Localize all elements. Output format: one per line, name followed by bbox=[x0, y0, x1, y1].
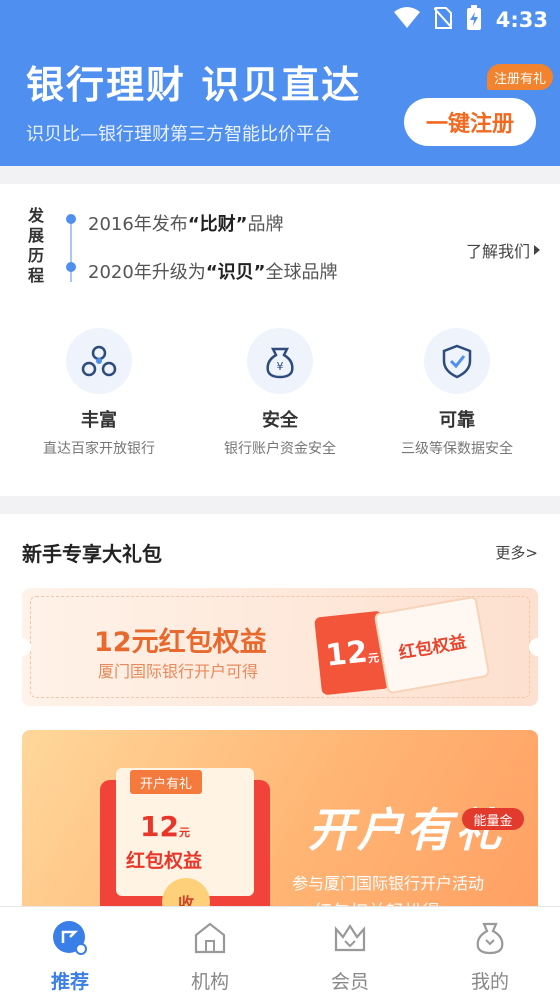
feature-desc: 三级等保数据安全 bbox=[401, 441, 513, 457]
member-crown-icon bbox=[331, 919, 369, 961]
tab-label: 机构 bbox=[190, 971, 229, 993]
envelope-amount: 12元 bbox=[140, 810, 190, 843]
tab-label: 会员 bbox=[330, 971, 369, 993]
history-item-2016: 2016年发布“比财”品牌 bbox=[88, 210, 283, 236]
svg-text:¥: ¥ bbox=[277, 360, 284, 373]
tab-recommend[interactable]: 推荐 bbox=[0, 907, 140, 997]
feature-reliable: 可靠 三级等保数据安全 bbox=[364, 328, 550, 458]
network-icon bbox=[66, 328, 132, 394]
coupon-title: 12元红包权益 bbox=[94, 627, 267, 658]
feature-desc: 直达百家开放银行 bbox=[43, 441, 155, 457]
red-packet-coupon[interactable]: 12元红包权益 厦门国际银行开户可得 12 元 红包权益 bbox=[22, 588, 538, 706]
my-bag-icon bbox=[471, 919, 509, 961]
envelope-amount-unit: 元 bbox=[178, 826, 190, 839]
history-item-2020: 2020年升级为“识贝”全球品牌 bbox=[88, 258, 337, 284]
section-title: 新手专享大礼包 bbox=[22, 542, 162, 566]
open-account-banner[interactable]: 开户有礼 12元 红包权益 收 开户有礼 能量金 参与厦门国际银行开户活动 红包… bbox=[22, 730, 538, 930]
timeline-line bbox=[70, 216, 72, 282]
envelope-tag: 开户有礼 bbox=[130, 770, 202, 794]
feature-title: 丰富 bbox=[81, 410, 117, 431]
tab-institution[interactable]: 机构 bbox=[140, 907, 280, 997]
feature-desc: 银行账户资金安全 bbox=[224, 441, 336, 457]
tab-label: 推荐 bbox=[50, 971, 89, 993]
status-bar: 4:33 bbox=[393, 5, 548, 35]
recommend-icon bbox=[51, 919, 89, 961]
institution-icon bbox=[191, 919, 229, 961]
feature-safe: ¥ 安全 银行账户资金安全 bbox=[187, 328, 373, 458]
envelope-amount-value: 12 bbox=[140, 810, 179, 843]
coupon-subtitle: 厦门国际银行开户可得 bbox=[98, 662, 259, 681]
tab-label: 我的 bbox=[470, 971, 509, 993]
shield-check-icon bbox=[424, 328, 490, 394]
triangle-right-icon bbox=[534, 245, 540, 255]
about-us-label: 了解我们 bbox=[465, 242, 530, 261]
about-us-link[interactable]: 了解我们 bbox=[466, 238, 540, 262]
brand-info-card: 发展历程 2016年发布“比财”品牌 2020年升级为“识贝”全球品牌 了解我们… bbox=[0, 184, 560, 496]
no-sim-icon bbox=[433, 6, 453, 34]
newbie-gift-card: 新手专享大礼包 更多> 12元红包权益 厦门国际银行开户可得 12 元 红包权益 … bbox=[0, 514, 560, 930]
battery-charging-icon bbox=[466, 5, 482, 35]
money-bag-icon: ¥ bbox=[247, 328, 313, 394]
history-item-text: 全球品牌 bbox=[265, 262, 338, 283]
status-time: 4:33 bbox=[495, 8, 548, 32]
timeline-dot bbox=[66, 262, 76, 272]
app-header: 4:33 银行理财 识贝直达 识贝比—银行理财第三方智能比价平台 注册有礼 一键… bbox=[0, 0, 560, 166]
history-item-text: 品牌 bbox=[247, 214, 284, 235]
more-link[interactable]: 更多> bbox=[495, 542, 538, 563]
wifi-icon bbox=[393, 7, 420, 33]
history-label: 发展历程 bbox=[27, 206, 44, 285]
feature-title: 可靠 bbox=[439, 410, 475, 431]
history-item-text: 2016年发布 bbox=[88, 214, 188, 235]
register-gift-badge: 注册有礼 bbox=[487, 64, 553, 90]
hero-subtitle: 识贝比—银行理财第三方智能比价平台 bbox=[26, 124, 332, 145]
feature-rich: 丰富 直达百家开放银行 bbox=[6, 328, 192, 458]
tab-member[interactable]: 会员 bbox=[280, 907, 420, 997]
history-item-text: 2020年升级为 bbox=[88, 262, 206, 283]
one-click-register-button[interactable]: 一键注册 bbox=[404, 98, 536, 146]
banner-subtitle: 参与厦门国际银行开户活动 bbox=[292, 874, 485, 893]
feature-title: 安全 bbox=[262, 410, 298, 431]
history-item-highlight: “比财” bbox=[187, 214, 248, 235]
hero-title: 银行理财 识贝直达 bbox=[26, 63, 362, 107]
tab-my[interactable]: 我的 bbox=[420, 907, 560, 997]
history-item-highlight: “识贝” bbox=[205, 262, 266, 283]
bottom-tab-bar: 推荐 机构 会员 我的 bbox=[0, 906, 560, 997]
ticket-amount: 12 bbox=[323, 633, 370, 674]
envelope-label: 红包权益 bbox=[126, 850, 203, 872]
coupon-notch bbox=[529, 638, 538, 656]
ticket-unit: 元 bbox=[367, 651, 380, 666]
energy-gold-badge: 能量金 bbox=[462, 808, 524, 830]
timeline-dot bbox=[66, 214, 76, 224]
